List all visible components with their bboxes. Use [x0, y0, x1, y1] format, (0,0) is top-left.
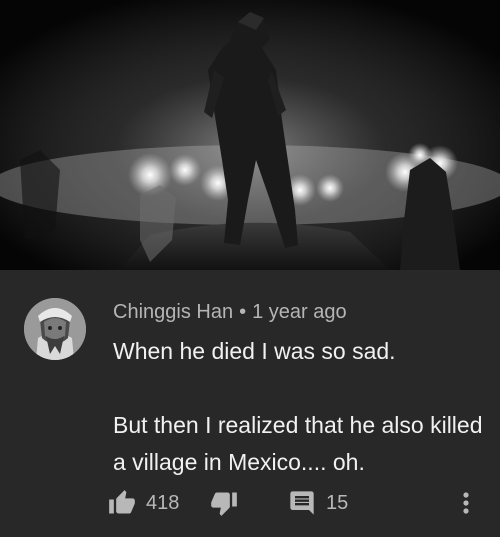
thumbs-down-icon: [211, 492, 237, 516]
reply-count: 15: [326, 491, 349, 514]
video-thumbnail[interactable]: [0, 0, 500, 270]
comment-text: When he died I was so sad. But then I re…: [113, 333, 488, 481]
like-button[interactable]: 418: [108, 486, 179, 520]
more-options-button[interactable]: [454, 486, 478, 520]
author-avatar[interactable]: [24, 298, 86, 360]
video-frame-image: [0, 0, 500, 270]
comment-timestamp[interactable]: 1 year ago: [252, 301, 347, 323]
comment-card: Chinggis Han • 1 year ago When he died I w…: [0, 0, 500, 537]
comment-line: But then I realized that he also killed …: [113, 412, 483, 475]
reply-button[interactable]: 15: [288, 486, 348, 520]
comment-actions: 418 15: [108, 486, 488, 520]
more-vertical-icon: [463, 492, 469, 514]
user-avatar-icon: [24, 298, 86, 360]
comment-line: When he died I was so sad.: [113, 338, 396, 364]
like-count: 418: [146, 491, 180, 514]
dislike-button[interactable]: [210, 486, 238, 520]
comment-icon: [290, 491, 314, 515]
comment-meta: Chinggis Han • 1 year ago: [113, 298, 347, 326]
author-name[interactable]: Chinggis Han: [113, 301, 233, 323]
meta-separator: •: [239, 301, 247, 323]
thumbs-up-icon: [109, 490, 135, 514]
